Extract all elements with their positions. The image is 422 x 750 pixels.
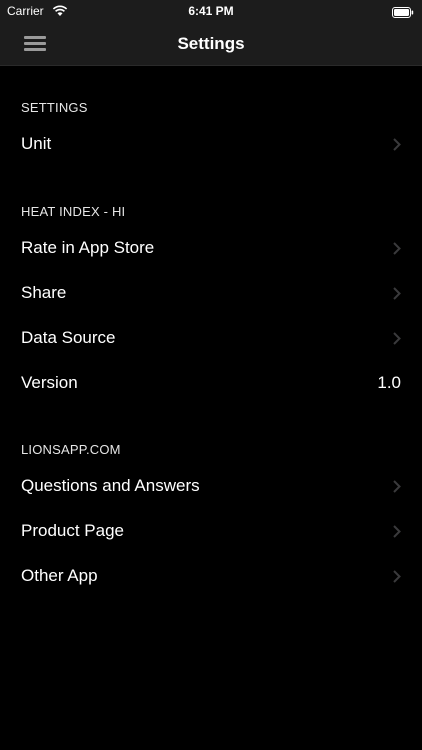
row-label: Product Page: [21, 521, 125, 540]
status-bar: Carrier 6:41 PM: [0, 0, 422, 22]
row-other-app[interactable]: Other App: [0, 555, 422, 599]
version-value: 1.0: [377, 373, 401, 392]
chevron-right-icon: [393, 287, 401, 300]
row-label: Rate in App Store: [21, 238, 155, 257]
row-share[interactable]: Share: [0, 272, 422, 316]
chevron-right-icon: [393, 480, 401, 493]
status-time: 6:41 PM: [188, 4, 234, 18]
row-label: Version: [21, 373, 78, 392]
row-label: Other App: [21, 566, 98, 585]
chevron-right-icon: [393, 570, 401, 583]
row-unit[interactable]: Unit: [0, 123, 422, 167]
section-header-heat-index: HEAT INDEX - HI: [21, 204, 126, 219]
chevron-right-icon: [393, 138, 401, 151]
row-label: Data Source: [21, 328, 116, 347]
chevron-right-icon: [393, 332, 401, 345]
battery-icon: [392, 5, 414, 18]
row-label: Unit: [21, 134, 52, 153]
row-product-page[interactable]: Product Page: [0, 510, 422, 554]
row-questions-and-answers[interactable]: Questions and Answers: [0, 465, 422, 509]
row-version: Version 1.0: [0, 362, 422, 406]
row-rate-in-app-store[interactable]: Rate in App Store: [0, 227, 422, 271]
row-label: Share: [21, 283, 67, 302]
row-label: Questions and Answers: [21, 476, 200, 495]
section-header-settings: SETTINGS: [21, 100, 88, 115]
section-header-lionsapp: LIONSAPP.COM: [21, 442, 121, 457]
row-data-source[interactable]: Data Source: [0, 317, 422, 361]
chevron-right-icon: [393, 525, 401, 538]
navigation-bar: Settings: [0, 22, 422, 66]
page-title: Settings: [177, 34, 245, 53]
chevron-right-icon: [393, 242, 401, 255]
